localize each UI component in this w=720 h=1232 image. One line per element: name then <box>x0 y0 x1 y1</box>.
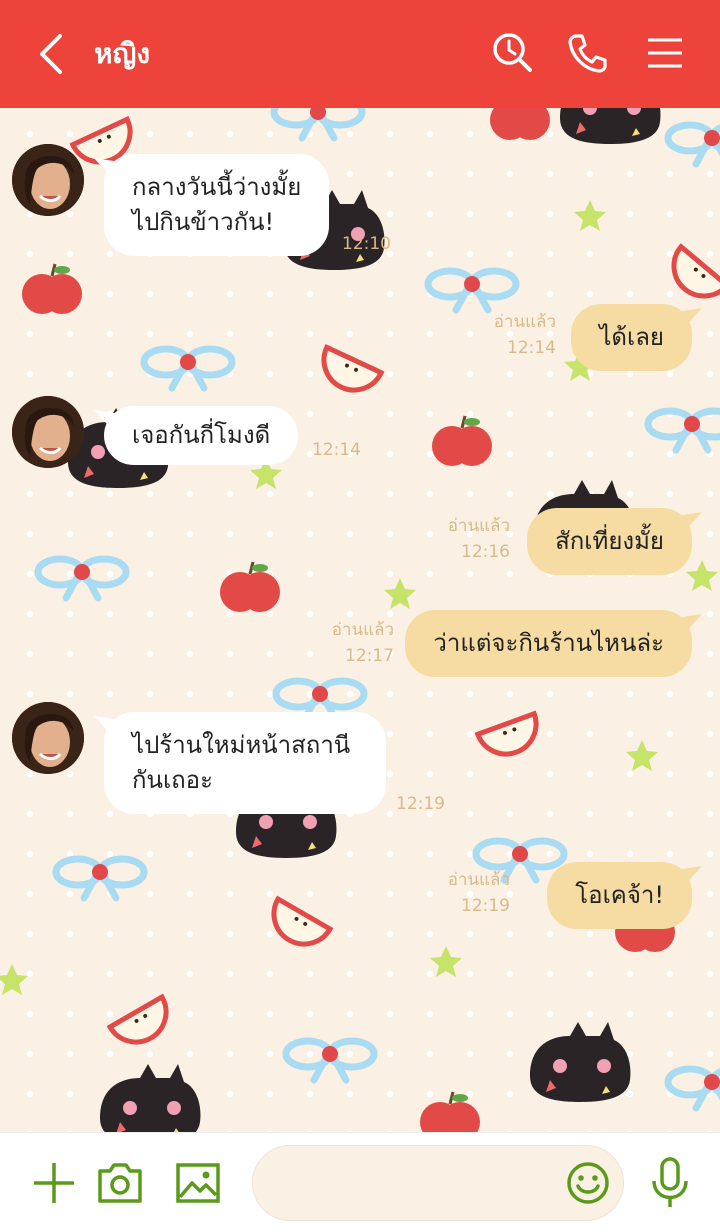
message-time: 12:19 <box>461 896 510 916</box>
message-text: ไปกินข้าวกัน! <box>132 208 275 236</box>
message-text: ว่าแต่จะกินร้านไหนล่ะ <box>433 629 664 657</box>
contact-avatar[interactable] <box>12 144 84 216</box>
message-time: 12:14 <box>312 440 361 460</box>
message-bubble-outgoing[interactable]: ได้เลย <box>571 304 692 371</box>
message-time: 12:14 <box>507 338 556 358</box>
image-icon[interactable] <box>172 1157 224 1209</box>
chat-title: หญิง <box>94 37 150 70</box>
message-bubble-incoming[interactable]: ไปร้านใหม่หน้าสถานี กันเถอะ <box>104 712 386 814</box>
read-receipt: อ่านแล้ว <box>447 870 510 890</box>
message-bubble-outgoing[interactable]: โอเคจ้า! <box>547 862 692 929</box>
message-bubble-incoming[interactable]: กลางวันนี้ว่างมั้ย ไปกินข้าวกัน! <box>104 154 330 256</box>
phone-icon[interactable] <box>562 28 612 78</box>
read-receipt: อ่านแล้ว <box>447 516 510 536</box>
message-text: ไปร้านใหม่หน้าสถานี <box>132 731 351 759</box>
read-receipt: อ่านแล้ว <box>493 312 556 332</box>
message-text: ได้เลย <box>599 323 664 351</box>
message-time: 12:17 <box>345 646 394 666</box>
menu-icon[interactable] <box>640 28 690 78</box>
search-clock-icon[interactable] <box>488 28 538 78</box>
contact-avatar[interactable] <box>12 396 84 468</box>
chat-header: หญิง <box>0 0 720 108</box>
camera-icon[interactable] <box>94 1157 146 1209</box>
contact-avatar[interactable] <box>12 702 84 774</box>
emoji-icon[interactable] <box>564 1159 612 1207</box>
message-bubble-outgoing[interactable]: ว่าแต่จะกินร้านไหนล่ะ <box>405 610 692 677</box>
read-receipt: อ่านแล้ว <box>331 620 394 640</box>
composer-bar <box>0 1132 720 1232</box>
message-time: 12:16 <box>461 542 510 562</box>
chat-area[interactable]: กลางวันนี้ว่างมั้ย ไปกินข้าวกัน! 12:10 อ… <box>0 108 720 1132</box>
message-text: กลางวันนี้ว่างมั้ย <box>132 173 302 201</box>
message-text: เจอกันกี่โมงดี <box>132 421 271 449</box>
message-bubble-outgoing[interactable]: สักเที่ยงมั้ย <box>527 508 692 575</box>
message-time: 12:10 <box>342 234 391 254</box>
message-time: 12:19 <box>396 794 445 814</box>
plus-icon[interactable] <box>28 1157 80 1209</box>
message-text: สักเที่ยงมั้ย <box>555 527 664 555</box>
message-text: โอเคจ้า! <box>575 881 664 909</box>
message-bubble-incoming[interactable]: เจอกันกี่โมงดี <box>104 406 299 465</box>
message-text: กันเถอะ <box>132 766 213 794</box>
mic-icon[interactable] <box>646 1155 694 1211</box>
back-chevron-icon[interactable] <box>30 30 74 78</box>
